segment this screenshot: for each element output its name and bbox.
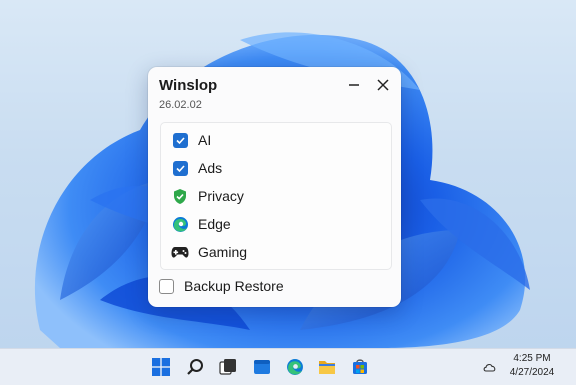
- version-label: 26.02.02: [159, 99, 202, 111]
- checkbox-checked-icon[interactable]: [172, 132, 188, 148]
- edge-icon: [287, 359, 303, 375]
- window-title: Winslop: [159, 77, 218, 94]
- edge-taskbar-button[interactable]: [285, 357, 305, 377]
- backup-restore-checkbox[interactable]: [159, 278, 174, 294]
- backup-restore-label: Backup Restore: [184, 278, 284, 294]
- folder-button[interactable]: [317, 357, 337, 377]
- checkbox-checked-icon[interactable]: [172, 160, 188, 176]
- option-label: Gaming: [198, 244, 248, 260]
- cloud-icon[interactable]: [482, 359, 498, 375]
- search-icon: [187, 359, 203, 375]
- file-explorer-button[interactable]: [252, 357, 272, 377]
- minimize-button[interactable]: [344, 75, 364, 95]
- winslop-window: Winslop 26.02.02 AI Ads Privacy Edge Gam…: [148, 67, 401, 307]
- taskbar-clock[interactable]: 4:25 PM 4/27/2024: [504, 352, 560, 380]
- shield-check-icon: [174, 188, 186, 204]
- option-label: Privacy: [198, 188, 244, 204]
- start-icon: [152, 358, 170, 376]
- option-edge[interactable]: Edge: [171, 213, 381, 235]
- close-button[interactable]: [373, 75, 393, 95]
- task-view-icon: [219, 359, 236, 375]
- option-privacy[interactable]: Privacy: [171, 185, 381, 207]
- clock-date: 4/27/2024: [509, 367, 555, 378]
- gamepad-icon: [171, 247, 189, 258]
- minimize-icon: [349, 84, 359, 86]
- file-explorer-icon: [254, 360, 270, 374]
- option-label: Edge: [198, 216, 231, 232]
- backup-restore-option[interactable]: Backup Restore: [159, 278, 284, 294]
- option-label: Ads: [198, 160, 223, 176]
- clock-time: 4:25 PM: [513, 353, 551, 364]
- close-icon: [377, 79, 389, 91]
- option-gaming[interactable]: Gaming: [171, 241, 381, 263]
- folder-icon: [319, 361, 335, 374]
- options-list: AI Ads Privacy Edge Gaming: [160, 122, 392, 270]
- search-button[interactable]: [185, 357, 205, 377]
- option-ads[interactable]: Ads: [171, 157, 381, 179]
- option-label: AI: [198, 132, 212, 148]
- taskbar: 4:25 PM 4/27/2024: [0, 348, 576, 385]
- start-button[interactable]: [151, 357, 171, 377]
- option-ai[interactable]: AI: [171, 129, 381, 151]
- edge-icon: [172, 216, 188, 232]
- task-view-button[interactable]: [218, 357, 238, 377]
- store-icon: [353, 359, 367, 374]
- store-button[interactable]: [350, 357, 370, 377]
